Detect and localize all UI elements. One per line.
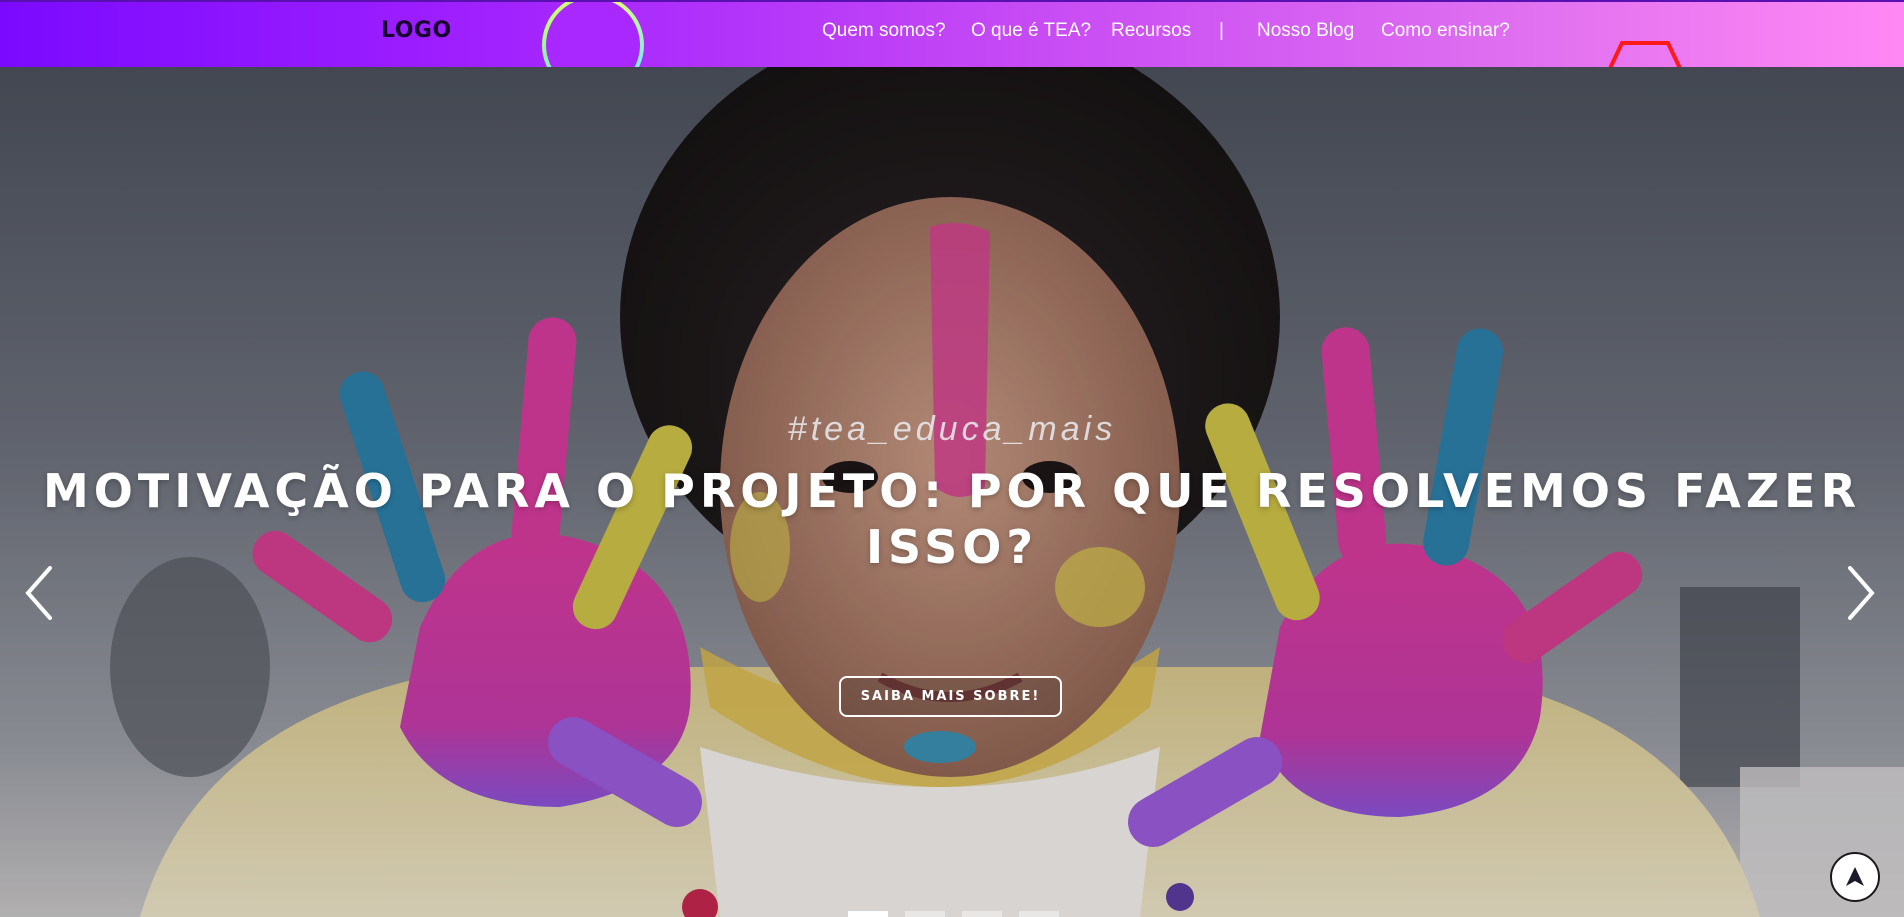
carousel-next-button[interactable] [1840,563,1880,623]
chevron-right-icon [1848,566,1875,620]
carousel-prev-button[interactable] [20,563,60,623]
saiba-mais-button[interactable]: SAIBA MAIS SOBRE! [839,676,1062,717]
nav-item-como-ensinar[interactable]: Como ensinar? [1381,20,1510,42]
nav-item-recursos[interactable]: Recursos [1111,20,1191,42]
carousel-indicators [848,911,1059,917]
chevron-left-icon [25,566,52,620]
main-nav: Quem somos? O que é TEA? Recursos | Noss… [0,2,1904,67]
scroll-to-top-button[interactable] [1830,852,1880,902]
hero-carousel: #tea_educa_mais MOTIVAÇÃO PARA O PROJETO… [0,67,1904,917]
nav-separator: | [1219,20,1224,41]
arrow-up-icon [1846,867,1864,886]
carousel-indicator[interactable] [848,911,888,917]
nav-item-o-que-e-tea[interactable]: O que é TEA? [971,20,1091,42]
hero-headline: MOTIVAÇÃO PARA O PROJETO: POR QUE RESOLV… [42,464,1862,574]
nav-item-nosso-blog[interactable]: Nosso Blog [1257,20,1354,42]
hero-hashtag: #tea_educa_mais [787,410,1117,448]
nav-item-quem-somos[interactable]: Quem somos? [822,20,946,42]
carousel-indicator[interactable] [905,911,945,917]
carousel-indicator[interactable] [1019,911,1059,917]
carousel-indicator[interactable] [962,911,1002,917]
site-header: LOGO Quem somos? O que é TEA? Recursos |… [0,0,1904,67]
